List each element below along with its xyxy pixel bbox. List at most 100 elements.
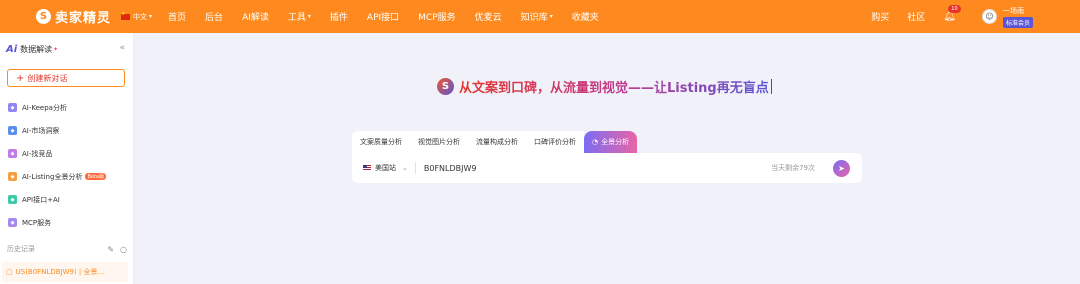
nav-item-label: 插件 bbox=[329, 13, 348, 23]
new-chat-button[interactable]: + 创建新对话 bbox=[7, 69, 125, 87]
nav-item-1[interactable]: 后台 bbox=[205, 10, 223, 23]
sidebar-item-label: MCP服务 bbox=[22, 218, 52, 227]
nav-item-6[interactable]: MCP服务 bbox=[418, 10, 455, 23]
nav-item-4[interactable]: 插件 bbox=[330, 10, 348, 23]
send-button[interactable]: ➤ bbox=[833, 159, 850, 177]
api-icon: ◆ bbox=[8, 195, 17, 204]
send-icon: ➤ bbox=[838, 163, 845, 173]
competitor-icon: ◆ bbox=[8, 149, 17, 158]
edit-history-icon[interactable]: ✎ bbox=[107, 245, 114, 254]
brand-logo[interactable]: S 卖家精灵 bbox=[36, 7, 111, 26]
remaining-count: 当天剩余79次 bbox=[771, 164, 815, 172]
sidebar-item-0[interactable]: ◆ AI-Keepa分析 bbox=[8, 96, 106, 119]
tab-label: 口碑评价分析 bbox=[534, 138, 576, 146]
tab-1[interactable]: 视觉图片分析 bbox=[410, 131, 468, 153]
notification-badge: 10 bbox=[948, 5, 961, 13]
sidebar-item-label: AI-找竞品 bbox=[22, 149, 53, 158]
china-flag-icon bbox=[121, 11, 131, 20]
nav-community[interactable]: 社区 bbox=[907, 10, 925, 23]
chevron-down-icon: ⌄ bbox=[402, 164, 408, 172]
nav-item-3[interactable]: 工具 ▾ bbox=[288, 10, 311, 23]
document-icon: ▢ bbox=[6, 268, 13, 276]
sidebar-item-2[interactable]: ◆ AI-找竞品 bbox=[8, 142, 106, 165]
analysis-tabs: 文案质量分析 视觉图片分析 流量构成分析 口碑评价分析 ◔ 全景分析 bbox=[352, 131, 862, 153]
sidebar-menu: ◆ AI-Keepa分析 ◆ AI-市场洞察 ◆ AI-找竞品 ◆ AI-Listing全景分… bbox=[8, 96, 106, 234]
sidebar-item-label: AI-Keepa分析 bbox=[22, 103, 67, 112]
nav-item-9[interactable]: 收藏夹 bbox=[572, 10, 599, 23]
sidebar-item-label: API接口+AI bbox=[22, 195, 60, 204]
avatar[interactable]: ☺ bbox=[981, 9, 997, 24]
tab-label: 全景分析 bbox=[601, 138, 630, 146]
nav-item-0[interactable]: 首页 bbox=[168, 10, 186, 23]
sidebar-item-5[interactable]: ◆ MCP服务 bbox=[8, 211, 106, 234]
divider bbox=[414, 162, 416, 174]
site-label: 美国站 bbox=[375, 164, 396, 172]
tab-label: 流量构成分析 bbox=[476, 138, 518, 146]
nav-item-2[interactable]: AI解读 bbox=[242, 10, 269, 23]
sidebar-item-label: AI-Listing全景分析 bbox=[22, 172, 83, 181]
nav-item-label: AI解读 bbox=[242, 13, 269, 23]
mcp-icon: ◆ bbox=[8, 218, 17, 227]
history-item[interactable]: ▢ US(B0FNLDBJW9) | 全景... bbox=[2, 262, 128, 282]
nav-item-8[interactable]: 知识库 ▾ bbox=[521, 10, 553, 23]
text-cursor bbox=[770, 79, 772, 94]
page-headline: S 从文案到口碑，从流量到视觉——让Listing再无盲点 bbox=[437, 77, 772, 96]
main-nav: 首页 后台 AI解读 工具 ▾ 插件 API接口 MCP服务 优麦云 知识库 ▾ 收藏夹 bbox=[168, 10, 618, 23]
plus-icon: + bbox=[16, 72, 25, 84]
site-selector[interactable]: 美国站 ⌄ bbox=[363, 163, 408, 173]
sidebar: Ai 数据解读 ✦ « + 创建新对话 ◆ AI-Keepa分析 ◆ AI-市场洞察 ◆… bbox=[0, 33, 134, 284]
tab-4[interactable]: ◔ 全景分析 bbox=[584, 131, 638, 153]
sidebar-item-1[interactable]: ◆ AI-市场洞察 bbox=[8, 119, 106, 142]
nav-buy[interactable]: 购买 bbox=[871, 10, 889, 23]
headline-text: 从文案到口碑，从流量到视觉——让Listing再无盲点 bbox=[459, 77, 769, 96]
nav-item-label: MCP服务 bbox=[418, 13, 456, 23]
collapse-sidebar-icon[interactable]: « bbox=[119, 43, 125, 53]
nav-item-label: 首页 bbox=[168, 13, 187, 23]
brand-s-icon: S bbox=[437, 78, 454, 95]
user-name: 一场雨 bbox=[1002, 6, 1024, 15]
nav-item-7[interactable]: 优麦云 bbox=[475, 10, 502, 23]
panorama-icon: ◔ bbox=[592, 138, 599, 146]
sidebar-header: Ai 数据解读 ✦ bbox=[0, 33, 133, 65]
beta-badge: Beta版 bbox=[85, 173, 106, 180]
logo-text: 卖家精灵 bbox=[55, 11, 112, 26]
tab-label: 文案质量分析 bbox=[360, 138, 402, 146]
tab-0[interactable]: 文案质量分析 bbox=[352, 131, 410, 153]
keepa-icon: ◆ bbox=[8, 103, 17, 112]
search-history-icon[interactable]: ○ bbox=[120, 245, 127, 254]
language-label: 中文 bbox=[133, 12, 148, 21]
chevron-down-icon: ▾ bbox=[307, 13, 311, 20]
notification-bell[interactable]: 🔔︎ 10 bbox=[943, 5, 961, 22]
tab-label: 视觉图片分析 bbox=[418, 138, 460, 146]
new-chat-label: 创建新对话 bbox=[27, 73, 68, 83]
us-flag-icon bbox=[363, 165, 371, 171]
chevron-down-icon: ▾ bbox=[549, 13, 553, 20]
tab-2[interactable]: 流量构成分析 bbox=[468, 131, 526, 153]
sidebar-item-label: AI-市场洞察 bbox=[22, 126, 60, 135]
top-navbar: S 卖家精灵 中文 ▾ 首页后台AI解读工具▾插件API接口MCP服务优麦云知识… bbox=[0, 0, 1080, 33]
sidebar-title: 数据解读 bbox=[20, 44, 53, 54]
history-title: 历史记录 bbox=[7, 245, 35, 253]
nav-item-5[interactable]: API接口 bbox=[367, 10, 399, 23]
ai-logo-icon: Ai bbox=[6, 43, 18, 55]
sidebar-item-3[interactable]: ◆ AI-Listing全景分析 Beta版 bbox=[8, 165, 106, 188]
asin-search-box: 美国站 ⌄ 当天剩余79次 ➤ bbox=[352, 153, 862, 183]
language-selector[interactable]: 中文 ▾ bbox=[121, 11, 153, 22]
sidebar-item-4[interactable]: ◆ API接口+AI bbox=[8, 188, 106, 211]
logo-icon: S bbox=[36, 9, 51, 24]
asin-input[interactable] bbox=[423, 163, 674, 173]
nav-item-label: 后台 bbox=[205, 13, 224, 23]
user-info[interactable]: 一场雨 标准会员 bbox=[1002, 6, 1033, 28]
listing-icon: ◆ bbox=[8, 172, 17, 181]
nav-item-label: 知识库 bbox=[520, 13, 548, 23]
member-badge: 标准会员 bbox=[1002, 16, 1033, 28]
chevron-down-icon: ▾ bbox=[149, 13, 153, 20]
market-icon: ◆ bbox=[8, 126, 17, 135]
sparkle-icon: ✦ bbox=[53, 45, 59, 53]
history-header: 历史记录 ✎ ○ bbox=[7, 244, 127, 254]
tab-3[interactable]: 口碑评价分析 bbox=[526, 131, 584, 153]
nav-item-label: API接口 bbox=[366, 13, 400, 23]
history-item-label: US(B0FNLDBJW9) | 全景... bbox=[15, 268, 105, 276]
nav-item-label: 优麦云 bbox=[474, 13, 502, 23]
nav-item-label: 工具 bbox=[287, 13, 306, 23]
